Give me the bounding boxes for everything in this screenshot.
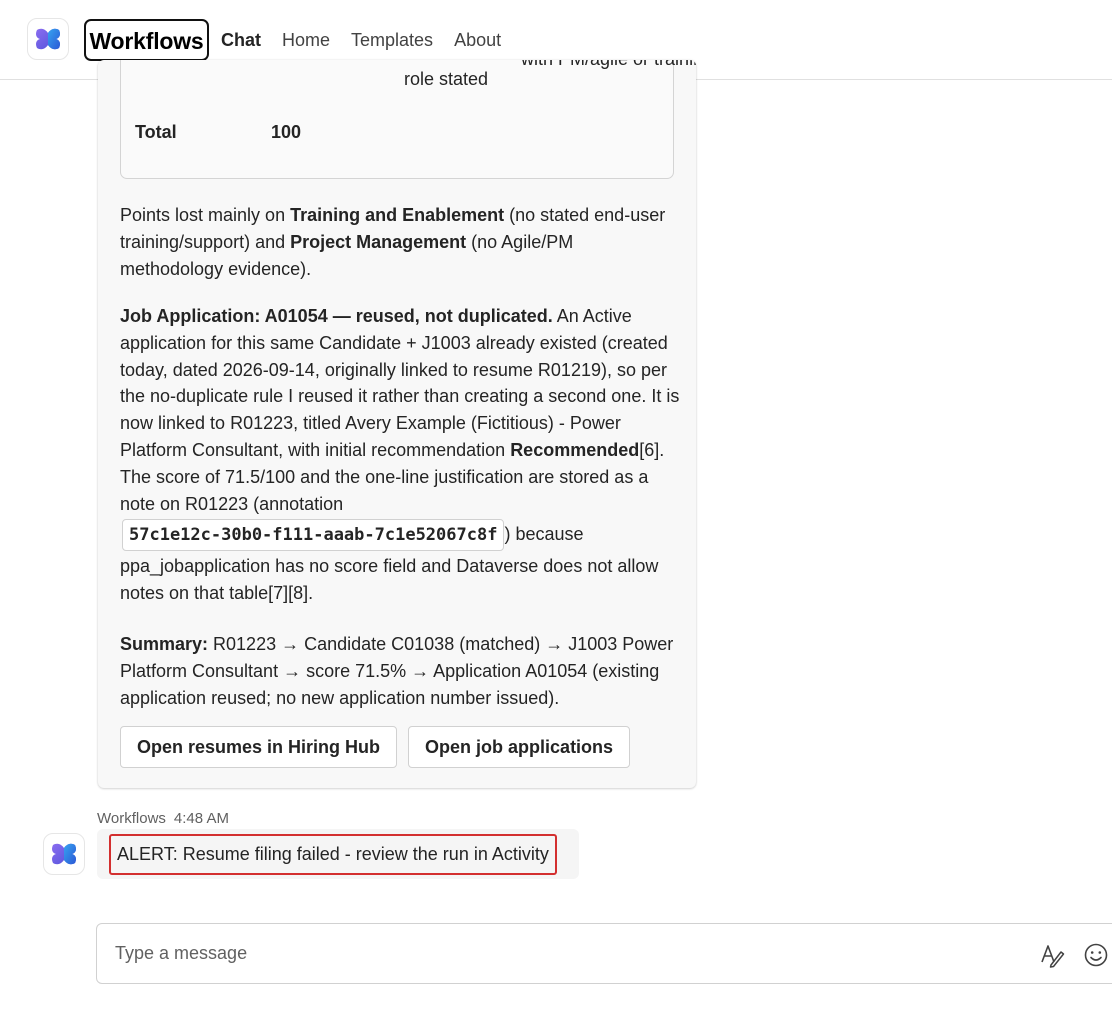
annotation-id-code: 57c1e12c-30b0-f111-aaab-7c1e52067c8f bbox=[122, 519, 505, 552]
app-title[interactable]: Workflows bbox=[84, 19, 209, 61]
text-run: Points lost mainly on bbox=[120, 205, 291, 225]
emoji-icon[interactable] bbox=[1083, 942, 1109, 968]
points-lost-paragraph: Points lost mainly on Training and Enabl… bbox=[120, 202, 680, 282]
bold-run: Summary: bbox=[120, 634, 209, 654]
alert-message-text: ALERT: Resume filing failed - review the… bbox=[109, 834, 557, 875]
format-text-icon[interactable] bbox=[1039, 942, 1065, 968]
bold-run: Project Management bbox=[290, 231, 467, 252]
total-label: Total bbox=[135, 122, 177, 142]
adaptive-card-message: with PM/agile or training support beyond… bbox=[98, 60, 696, 788]
sender-name: Workflows bbox=[97, 810, 166, 827]
open-resumes-button[interactable]: Open resumes in Hiring Hub bbox=[120, 726, 398, 768]
avatar[interactable] bbox=[43, 833, 85, 875]
bold-run: Job Application: A01054 — reused, not du… bbox=[120, 306, 553, 326]
score-table: with PM/agile or training support beyond… bbox=[120, 60, 696, 179]
message-time: 4:48 AM bbox=[173, 810, 229, 827]
message-meta: Workflows 4:48 AM bbox=[97, 810, 229, 827]
message-input[interactable] bbox=[115, 924, 995, 983]
summary-paragraph: Summary: R01223 → Candidate C01038 (matc… bbox=[120, 631, 680, 711]
job-application-paragraph: Job Application: A01054 — reused, not du… bbox=[120, 303, 680, 607]
card-actions: Open resumes in Hiring Hub Open job appl… bbox=[120, 726, 641, 768]
alert-message-bubble: ALERT: Resume filing failed - review the… bbox=[97, 829, 579, 879]
workflows-logo-icon bbox=[52, 843, 76, 865]
bold-run: Recommended bbox=[510, 439, 640, 460]
bold-run: Training and Enablement bbox=[290, 205, 505, 225]
workflows-logo-icon bbox=[27, 18, 69, 60]
compose-box bbox=[96, 923, 1112, 984]
text-run: An Active application for this same Cand… bbox=[120, 306, 680, 460]
table-partial-text: with PM/agile or training support beyond… bbox=[521, 60, 696, 70]
open-job-applications-button[interactable]: Open job applications bbox=[408, 726, 631, 768]
total-value: 100 bbox=[271, 122, 302, 142]
table-cell-role: role stated bbox=[404, 69, 489, 89]
